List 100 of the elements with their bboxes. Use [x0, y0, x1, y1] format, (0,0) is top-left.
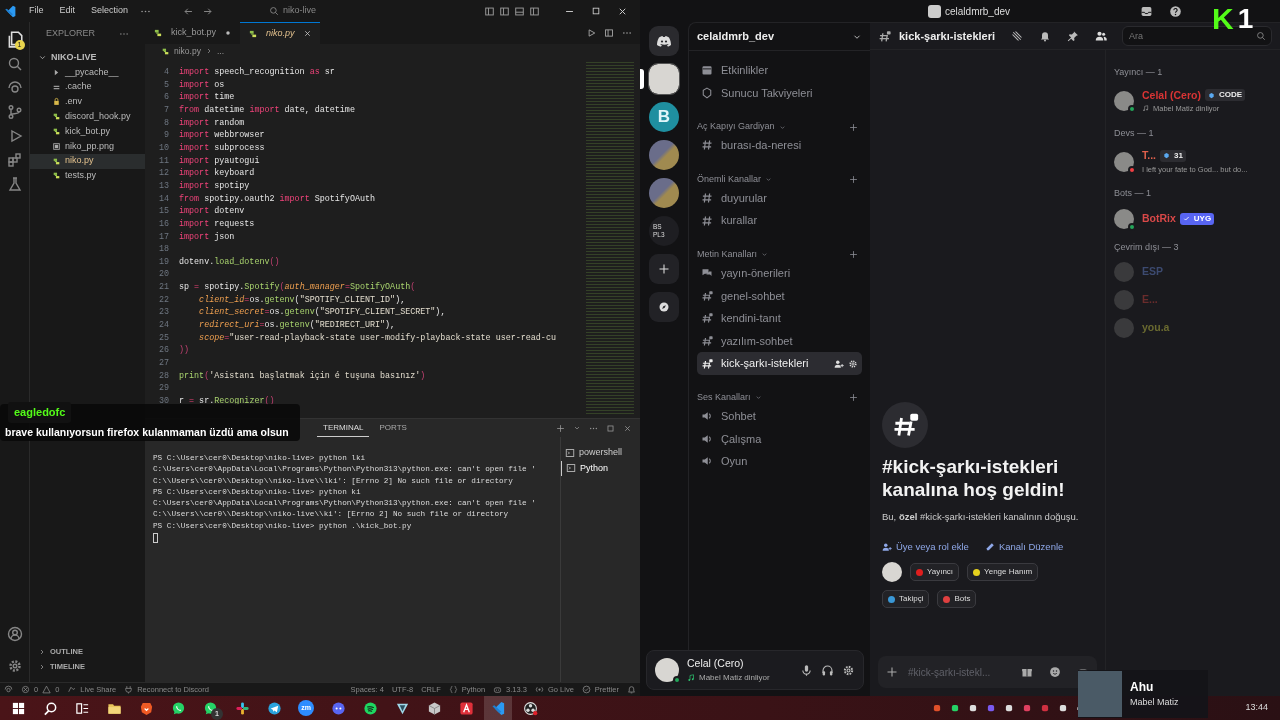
remote-icon[interactable] [6, 80, 23, 96]
channel-item[interactable]: kendini-tanıt [697, 307, 862, 330]
explorer-entry[interactable]: kick_bot.py [30, 124, 145, 139]
add-member-icon[interactable] [834, 358, 844, 369]
server-icon[interactable]: B [649, 102, 679, 132]
channel-item[interactable]: genel-sohbet [697, 284, 862, 308]
layout-icon[interactable] [514, 5, 525, 17]
action-link[interactable]: Kanalı Düzenle [984, 539, 1064, 554]
server-folder-icon[interactable] [649, 140, 679, 170]
back-icon[interactable] [183, 5, 195, 17]
close-icon[interactable] [302, 29, 312, 38]
code-line: r = sr.Recognizer() [179, 395, 275, 408]
microphone-icon[interactable] [800, 663, 813, 677]
tray-icon[interactable] [1058, 703, 1069, 713]
explore-button[interactable] [649, 292, 679, 322]
flask-icon[interactable] [6, 176, 23, 192]
chevron-icon[interactable] [573, 424, 581, 432]
account-icon[interactable] [6, 626, 23, 642]
category-header[interactable]: Önemli Kanallar [697, 173, 762, 187]
channel-item[interactable]: yazılım-sohbet [697, 329, 862, 353]
explorer-entry[interactable]: niko_pp.png [30, 139, 145, 154]
settings-icon[interactable] [6, 658, 23, 674]
plus-icon[interactable] [556, 423, 565, 433]
source-control-icon[interactable] [6, 104, 23, 120]
explorer-entry[interactable]: __pycache__ [30, 65, 145, 80]
settings-icon[interactable] [842, 663, 855, 677]
plus-icon[interactable] [849, 250, 858, 260]
message-input[interactable]: #kick-şarkı-istekl... [906, 663, 996, 681]
command-center-text[interactable]: niko-live [283, 4, 317, 18]
gift-icon[interactable] [1021, 666, 1033, 678]
plus-icon[interactable] [849, 393, 858, 403]
editor-tab[interactable]: niko.py [240, 22, 320, 44]
breadcrumb-item[interactable]: niko.py [174, 44, 201, 58]
chevron-icon[interactable] [38, 53, 47, 62]
sidebar-link[interactable]: Etkinlikler [697, 59, 862, 82]
maximize-icon[interactable] [591, 6, 601, 16]
menu-item[interactable]: Selection [87, 4, 133, 18]
code-editor-logo-icon[interactable] [4, 4, 17, 18]
line-number: 6 [162, 91, 170, 104]
terminal-item[interactable]: powershell [561, 445, 640, 461]
sidebar-link[interactable]: Sunucu Takviyeleri [697, 81, 862, 105]
remote-icon[interactable] [4, 685, 13, 694]
explorer-entry[interactable]: .cache [30, 79, 145, 95]
action-link[interactable]: Üye veya rol ekle [882, 539, 969, 554]
song-title: Ahu [1130, 679, 1155, 697]
layout-icon[interactable] [499, 5, 510, 17]
channel-item[interactable]: burası-da-neresi [697, 134, 862, 157]
add-server-button[interactable] [649, 254, 679, 284]
plus-icon[interactable] [886, 666, 898, 678]
member-item[interactable]: BotRix UYG [1114, 204, 1272, 233]
members-icon[interactable] [1095, 30, 1107, 42]
channel-item[interactable]: yayın-önerileri [697, 261, 862, 285]
channel-item[interactable]: kurallar [697, 209, 862, 232]
channel-item[interactable]: duyurular [697, 186, 862, 210]
explorer-entry[interactable]: discord_hook.py [30, 109, 145, 125]
error-icon [21, 685, 30, 694]
tray-icon[interactable] [950, 703, 961, 713]
server-photo-placeholder[interactable] [649, 64, 679, 94]
bell-icon[interactable] [1039, 30, 1051, 42]
line-number: 22 [157, 293, 170, 307]
category-header[interactable]: Aç Kapıyı Gardiyan [697, 120, 775, 134]
panel-tab[interactable]: TERMINAL [317, 419, 370, 437]
layout-icon[interactable] [604, 28, 614, 38]
run-debug-icon[interactable] [586, 28, 596, 38]
member-group-header: Devs — 1 [1114, 126, 1155, 140]
folder-name[interactable]: NIKO-LIVE [51, 50, 97, 65]
threads-icon[interactable] [1011, 30, 1023, 42]
channel-item[interactable]: Oyun [697, 450, 862, 473]
taskbar-button[interactable]: 1 [196, 696, 224, 720]
category-header[interactable]: Ses Kanalları [697, 391, 751, 405]
emoji-icon[interactable] [1049, 666, 1061, 678]
layout-icon[interactable] [484, 5, 495, 17]
code-line: import subprocess [179, 141, 265, 155]
channel-item[interactable]: kick-şarkı-istekleri [697, 352, 862, 375]
help-icon[interactable] [1169, 4, 1182, 18]
pin-icon[interactable] [1067, 30, 1079, 42]
explorer-entry[interactable]: tests.py [30, 168, 145, 184]
extensions-icon[interactable] [6, 152, 23, 168]
inbox-icon[interactable] [1140, 4, 1153, 18]
headphones-icon[interactable] [821, 663, 834, 677]
forward-icon[interactable] [202, 5, 214, 17]
layout-icon[interactable] [529, 5, 540, 17]
home-button[interactable] [649, 26, 679, 56]
explorer-entry[interactable]: niko.py [30, 153, 145, 169]
settings-icon[interactable] [848, 358, 858, 369]
plus-icon[interactable] [849, 122, 858, 132]
category-header[interactable]: Metin Kanalları [697, 248, 758, 262]
server-folder-icon[interactable] [649, 178, 679, 208]
tray-icon[interactable] [1004, 703, 1015, 713]
tray-icon[interactable] [968, 703, 979, 713]
breadcrumb-item[interactable]: ... [216, 44, 225, 58]
explorer-entry[interactable]: .env [30, 94, 145, 110]
panel-tab[interactable]: PORTS [373, 420, 413, 436]
menu-item[interactable]: File [25, 4, 48, 18]
menu-item[interactable]: Edit [55, 4, 80, 18]
plus-icon[interactable] [849, 175, 858, 185]
search-icon[interactable] [6, 56, 23, 72]
channel-item[interactable]: Çalışma [697, 427, 862, 451]
channel-item[interactable]: Sohbet [697, 404, 862, 428]
member-group-header: Yayıncı — 1 [1114, 66, 1164, 79]
